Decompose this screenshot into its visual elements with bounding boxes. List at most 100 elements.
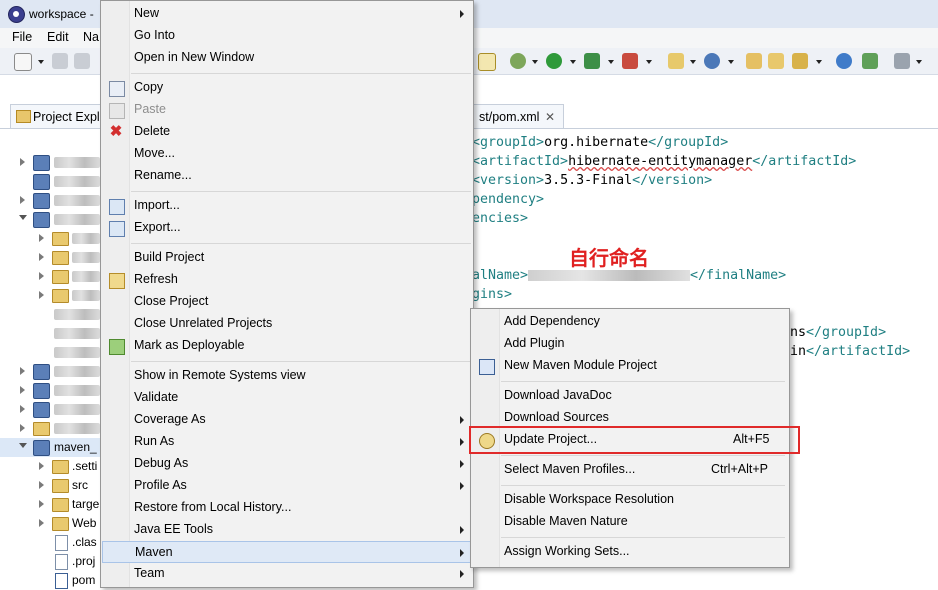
menu-item-close-project[interactable]: Close Project [102, 291, 472, 313]
tree-item[interactable] [0, 229, 104, 248]
open-folder-icon[interactable] [768, 53, 784, 69]
code-line: gins> [472, 287, 513, 302]
code-line: in</artifactId> [790, 344, 911, 359]
menu-item-new-maven-module[interactable]: New Maven Module Project [472, 355, 788, 377]
menu-item-team[interactable]: Team [102, 563, 472, 585]
menu-item-run-as[interactable]: Run As [102, 431, 472, 453]
menu-item-refresh[interactable]: Refresh [102, 269, 472, 291]
menu-item-disable-workspace-resolution[interactable]: Disable Workspace Resolution [472, 489, 788, 511]
menu-item-select-maven-profiles[interactable]: Select Maven Profiles... Ctrl+Alt+P [472, 459, 788, 481]
menu-item-paste[interactable]: Paste [102, 99, 472, 121]
shortcut-label: Ctrl+Alt+P [711, 462, 768, 476]
close-icon[interactable]: ✕ [545, 110, 555, 124]
new-server-icon[interactable] [668, 53, 684, 69]
tree-item-pom[interactable]: pom [0, 571, 104, 590]
tree-item-maven-project[interactable]: maven_ [0, 438, 104, 457]
menu-item-delete[interactable]: ✖ Delete [102, 121, 472, 143]
tree-item[interactable] [0, 381, 104, 400]
search-icon[interactable] [862, 53, 878, 69]
menu-item-mark-deployable[interactable]: Mark as Deployable [102, 335, 472, 357]
menu-item-coverage-as[interactable]: Coverage As [102, 409, 472, 431]
new-file-icon[interactable] [14, 53, 32, 71]
globe-icon[interactable] [836, 53, 852, 69]
debug-dropdown-icon[interactable] [532, 60, 538, 64]
tree-item-classpath[interactable]: .clas [0, 533, 104, 552]
run-dropdown-icon[interactable] [570, 60, 576, 64]
tree-item-webcontent[interactable]: Web [0, 514, 104, 533]
pen-icon[interactable] [792, 53, 808, 69]
tree-item-settings[interactable]: .setti [0, 457, 104, 476]
code-line: ns</groupId> [790, 325, 887, 340]
project-explorer-tab[interactable]: Project Expl [10, 104, 112, 129]
menu-item-debug-as[interactable]: Debug As [102, 453, 472, 475]
window-title: workspace - [29, 7, 94, 21]
menu-item-download-javadoc[interactable]: Download JavaDoc [472, 385, 788, 407]
save-all-icon[interactable] [74, 53, 90, 69]
new-dropdown-icon[interactable] [38, 60, 44, 64]
project-explorer: maven_ .setti src targe Web .clas .proj … [0, 128, 104, 589]
tree-item[interactable] [0, 362, 104, 381]
class-dropdown-icon[interactable] [728, 60, 734, 64]
tree-item-project-file[interactable]: .proj [0, 552, 104, 571]
tree-item[interactable] [0, 324, 104, 343]
menu-item-remote-systems[interactable]: Show in Remote Systems view [102, 365, 472, 387]
tree-item-target[interactable]: targe [0, 495, 104, 514]
menu-item-copy[interactable]: Copy [102, 77, 472, 99]
pen-dropdown-icon[interactable] [816, 60, 822, 64]
menu-item-profile-as[interactable]: Profile As [102, 475, 472, 497]
menu-item-add-plugin[interactable]: Add Plugin [472, 333, 788, 355]
import-icon [109, 199, 125, 215]
tree-item[interactable] [0, 248, 104, 267]
tree-item[interactable] [0, 305, 104, 324]
refresh-icon [109, 273, 125, 289]
menu-item-open-new-window[interactable]: Open in New Window [102, 47, 472, 69]
stop-server-icon[interactable] [622, 53, 638, 69]
menu-item-add-dependency[interactable]: Add Dependency [472, 311, 788, 333]
tree-item-src[interactable]: src [0, 476, 104, 495]
code-line: <version>3.5.3-Final</version> [472, 173, 713, 188]
menu-item-close-unrelated[interactable]: Close Unrelated Projects [102, 313, 472, 335]
tree-item[interactable] [0, 210, 104, 229]
save-icon[interactable] [52, 53, 68, 69]
tree-item[interactable] [0, 153, 104, 172]
editor-tab-pom[interactable]: st/pom.xml ✕ [472, 104, 564, 129]
menu-item-java-ee-tools[interactable]: Java EE Tools [102, 519, 472, 541]
run-external-icon[interactable] [584, 53, 600, 69]
tree-item[interactable] [0, 191, 104, 210]
menu-navigate[interactable]: Na [83, 30, 99, 44]
menu-item-build-project[interactable]: Build Project [102, 247, 472, 269]
menu-item-restore-history[interactable]: Restore from Local History... [102, 497, 472, 519]
menu-item-go-into[interactable]: Go Into [102, 25, 472, 47]
menu-edit[interactable]: Edit [47, 30, 69, 44]
menu-item-import[interactable]: Import... [102, 195, 472, 217]
menu-file[interactable]: File [12, 30, 32, 44]
open-type-icon[interactable] [746, 53, 762, 69]
tree-item[interactable] [0, 343, 104, 362]
menu-item-assign-working-sets[interactable]: Assign Working Sets... [472, 541, 788, 563]
menu-item-maven[interactable]: Maven [102, 541, 472, 563]
server-dropdown-icon[interactable] [646, 60, 652, 64]
debug-config-icon[interactable] [478, 53, 496, 71]
export-icon [109, 221, 125, 237]
nav-dropdown-icon[interactable] [916, 60, 922, 64]
server-new-dropdown-icon[interactable] [690, 60, 696, 64]
menu-item-disable-maven-nature[interactable]: Disable Maven Nature [472, 511, 788, 533]
eclipse-icon [8, 6, 25, 23]
run-icon[interactable] [546, 53, 562, 69]
external-dropdown-icon[interactable] [608, 60, 614, 64]
nav-icon[interactable] [894, 53, 910, 69]
code-line: pendency> [472, 192, 545, 207]
menu-item-validate[interactable]: Validate [102, 387, 472, 409]
tree-item[interactable] [0, 286, 104, 305]
menu-item-new[interactable]: New [102, 3, 472, 25]
tree-item[interactable] [0, 172, 104, 191]
menu-item-move[interactable]: Move... [102, 143, 472, 165]
menu-item-export[interactable]: Export... [102, 217, 472, 239]
tree-item[interactable] [0, 419, 104, 438]
menu-item-rename[interactable]: Rename... [102, 165, 472, 187]
tree-item[interactable] [0, 400, 104, 419]
tree-item[interactable] [0, 267, 104, 286]
new-class-icon[interactable] [704, 53, 720, 69]
bug-icon[interactable] [510, 53, 526, 69]
folder-icon [16, 110, 31, 123]
